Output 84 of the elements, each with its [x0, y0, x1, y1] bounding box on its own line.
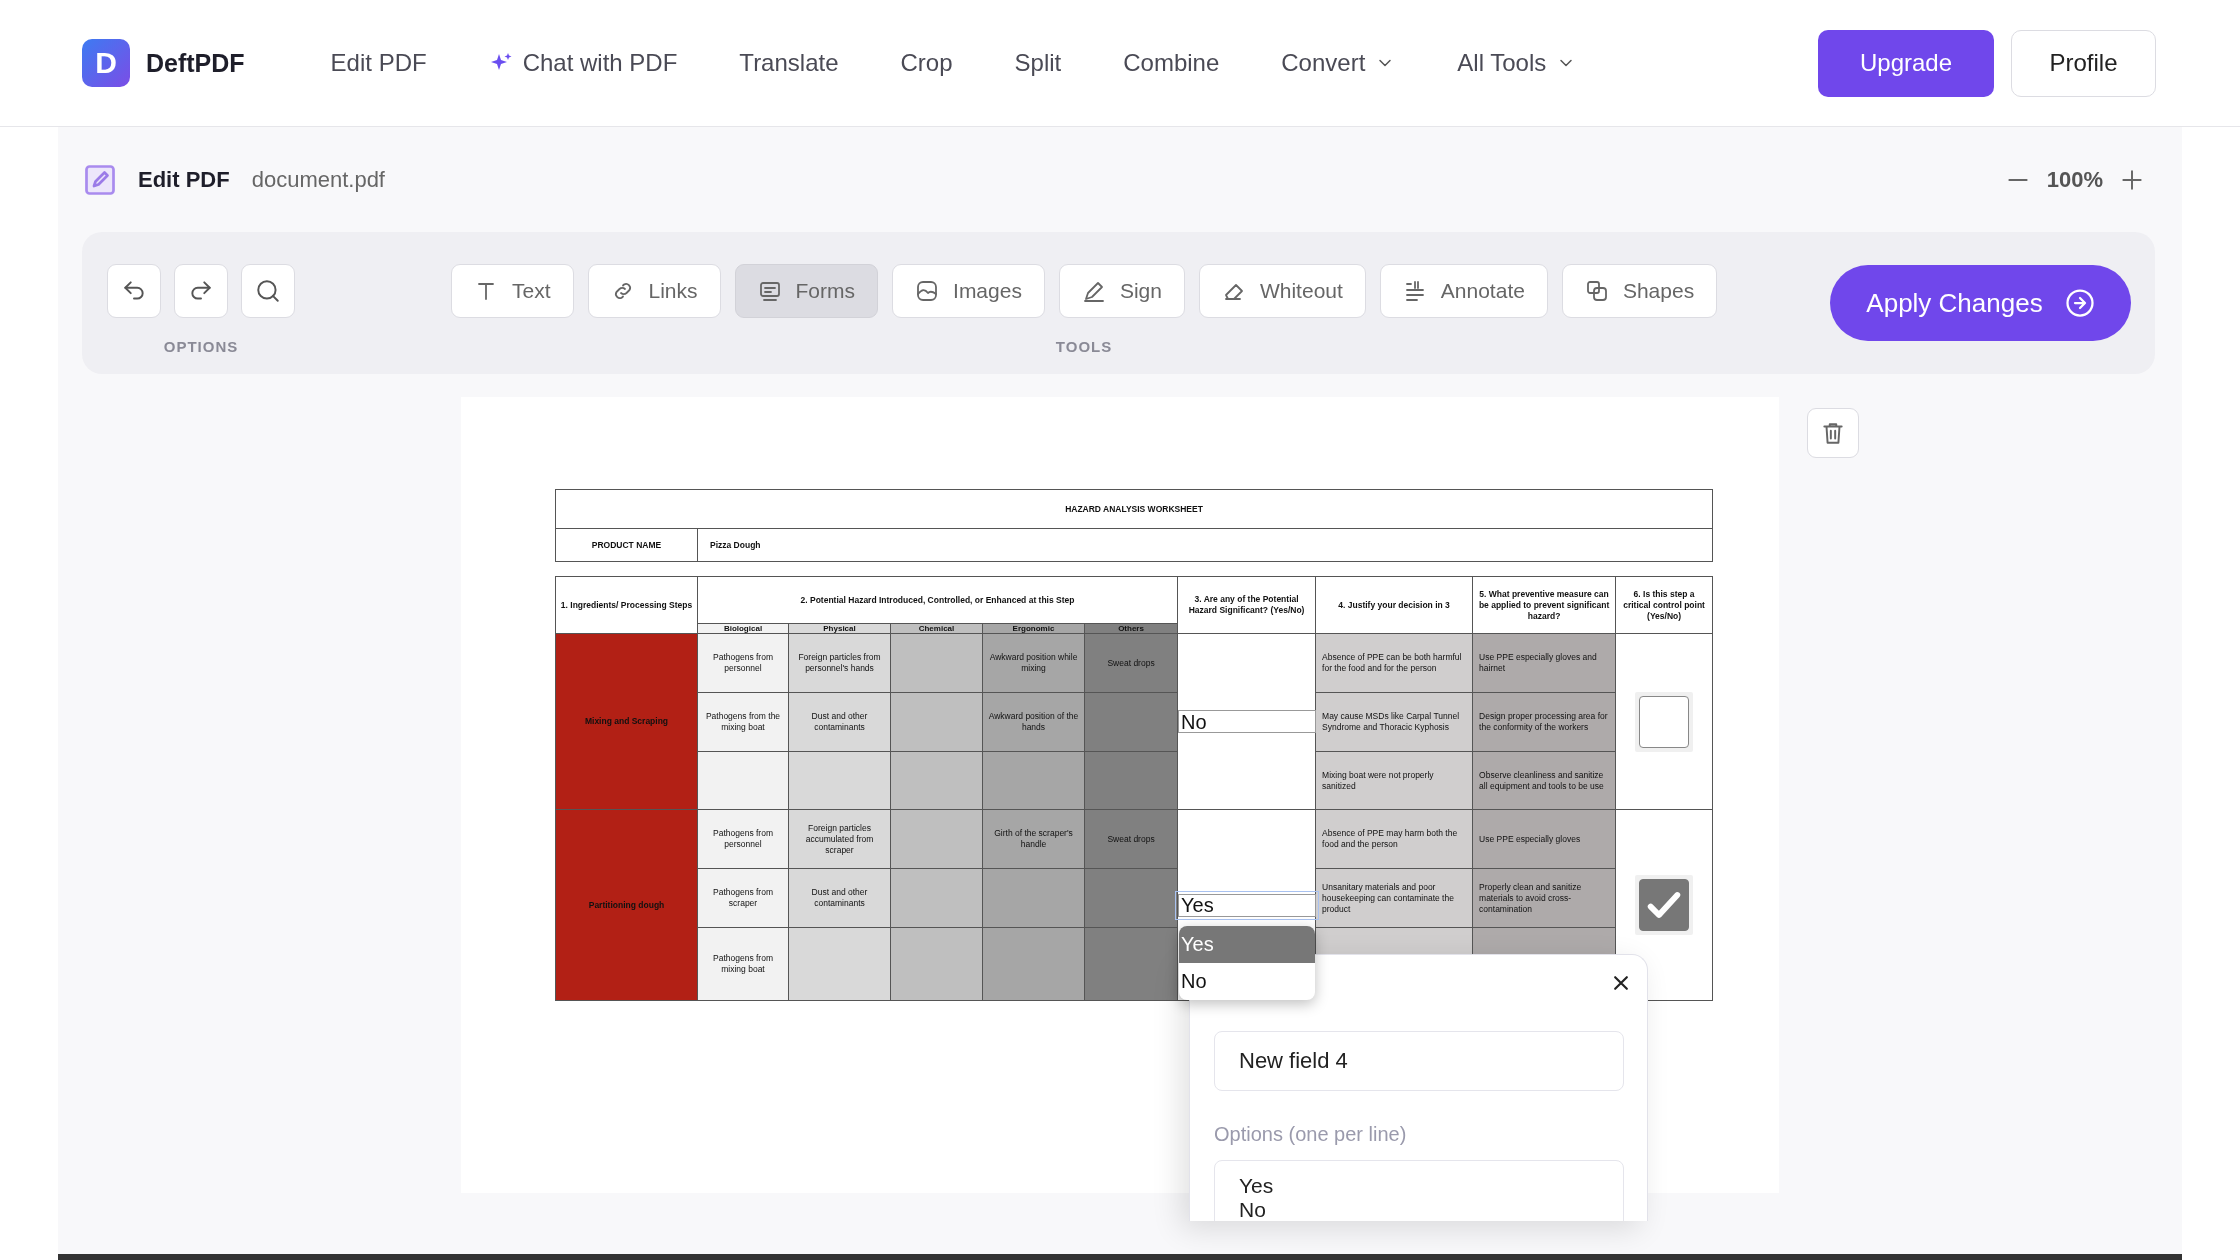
section-label: TOOLS [1055, 337, 1113, 355]
nav-link[interactable]: Edit PDF [330, 49, 427, 77]
arrow-circle-icon [2064, 288, 2095, 318]
shapes-icon [1584, 278, 1609, 303]
table-cell: Observe cleanliness and sanitize all equipment and tools to be use [1472, 751, 1616, 810]
table-cell: May cause MSDs like Carpal Tunnel Syndrome and Thoracic Kyphosis [1315, 692, 1473, 752]
checkbox[interactable] [1639, 879, 1690, 931]
tool-tab[interactable]: Annotate [1379, 263, 1548, 318]
table-cell: Awkward position of the hands [982, 692, 1085, 752]
table-cell: Sweat drops [1084, 633, 1178, 693]
tool-tab[interactable]: Sign [1058, 263, 1185, 318]
table-cell: Absence of PPE may harm both the food and the person [1315, 809, 1473, 869]
table-cell: Use PPE especially gloves [1472, 809, 1616, 869]
redo-button[interactable] [174, 263, 228, 318]
image-icon [915, 278, 940, 303]
column-header: 1. Ingredients/ Processing Steps [555, 576, 698, 634]
column-header: Chemical [890, 623, 983, 634]
text-field[interactable]: No [1178, 710, 1317, 733]
table-cell: Pathogens from personnel [697, 633, 789, 693]
column-header: 3. Are any of the Potential Hazard Significant? (Yes/No) [1177, 576, 1316, 634]
tool-tab[interactable]: Links [587, 263, 721, 318]
table-cell: Awkward position while mixing [982, 633, 1085, 693]
logo[interactable]: D [82, 39, 130, 87]
field-name-input[interactable]: New field 4 [1214, 1031, 1624, 1091]
nav-link[interactable]: Convert [1281, 49, 1396, 77]
search-icon [255, 277, 281, 304]
tool-tab[interactable]: Whiteout [1198, 263, 1366, 318]
table-cell: Properly clean and sanitize materials to avoid cross-contamination [1472, 868, 1616, 928]
table-cell: Pizza Dough [697, 528, 1713, 562]
tool-tab[interactable]: Forms [734, 263, 879, 318]
profile-button[interactable]: Profile [2011, 29, 2156, 97]
tool-tab[interactable]: Images [892, 263, 1045, 318]
column-header: 6. Is this step a critical control point (Yes/No) [1615, 576, 1713, 634]
column-header: 5. What preventive measure can be applied to prevent significant hazard? [1472, 576, 1616, 634]
nav-link[interactable]: Crop [900, 49, 953, 77]
table-cell: PRODUCT NAME [555, 528, 698, 562]
table-cell: Unsanitary materials and poor housekeeping can contaminate the product [1315, 868, 1473, 928]
dropdown-option[interactable]: Yes [1179, 925, 1316, 963]
tool-tab[interactable]: Text [451, 263, 574, 318]
table-cell: Absence of PPE can be both harmful for the food and for the person [1315, 633, 1473, 693]
worksheet-title: HAZARD ANALYSIS WORKSHEET [555, 489, 1713, 529]
nav-link[interactable]: All Tools [1457, 49, 1577, 77]
table-cell: Design proper processing area for the conformity of the workers [1472, 692, 1616, 752]
options-label: Options (one per line) [1214, 1123, 1408, 1146]
delete-button[interactable] [1807, 408, 1859, 458]
nav-link[interactable]: Translate [739, 49, 839, 77]
options-input[interactable]: Yes No [1214, 1160, 1624, 1221]
column-header: 4. Justify your decision in 3 [1315, 576, 1473, 634]
table-cell: Foreign particles from personnel's hands [788, 633, 891, 693]
file-name: document.pdf [251, 166, 385, 193]
column-header: Others [1084, 623, 1178, 634]
tool-tab[interactable]: Shapes [1561, 263, 1718, 318]
apply-changes-button[interactable]: Apply Changes [1830, 265, 2131, 341]
table-cell: Pathogens from scraper [697, 868, 789, 928]
table-cell: Pathogens from personnel [697, 809, 789, 869]
section-label: OPTIONS [163, 337, 239, 355]
trash-icon [1820, 420, 1846, 446]
table-cell: Pathogens from the mixing boat [697, 692, 789, 752]
undo-button[interactable] [107, 263, 161, 318]
upgrade-button[interactable]: Upgrade [1818, 29, 1994, 97]
app-name: DeftPDF [146, 48, 245, 78]
column-header: Physical [788, 623, 891, 634]
column-header: Biological [697, 623, 789, 634]
search-button[interactable] [241, 263, 295, 318]
column-header: 2. Potential Hazard Introduced, Controlled, or Enhanced at this Step [697, 576, 1178, 624]
nav-link[interactable]: Chat with PDF [488, 49, 678, 77]
dropdown-option[interactable]: No [1179, 962, 1316, 1000]
column-header: Ergonomic [982, 623, 1085, 634]
editor-title: Edit PDF [138, 166, 230, 193]
nav-link[interactable]: Combine [1123, 49, 1220, 77]
checkbox[interactable] [1639, 695, 1690, 748]
table-cell: Sweat drops [1084, 809, 1178, 869]
step-cell: Partitioning dough [555, 809, 698, 1001]
table-cell: Dust and other contaminants [788, 692, 891, 752]
table-cell: Use PPE especially gloves and hairnet [1472, 633, 1616, 693]
table-cell: Pathogens from mixing boat [697, 927, 789, 1001]
nav-link[interactable]: Split [1014, 49, 1062, 77]
table-cell: Girth of the scraper's handle [982, 809, 1085, 869]
table-cell: Foreign particles accumulated from scraper [788, 809, 891, 869]
table-cell: Dust and other contaminants [788, 868, 891, 928]
zoom-level: 100% [2046, 166, 2103, 193]
table-cell: Mixing boat were not properly sanitized [1315, 751, 1473, 810]
close-icon [1611, 973, 1631, 993]
step-cell: Mixing and Scraping [555, 633, 698, 810]
